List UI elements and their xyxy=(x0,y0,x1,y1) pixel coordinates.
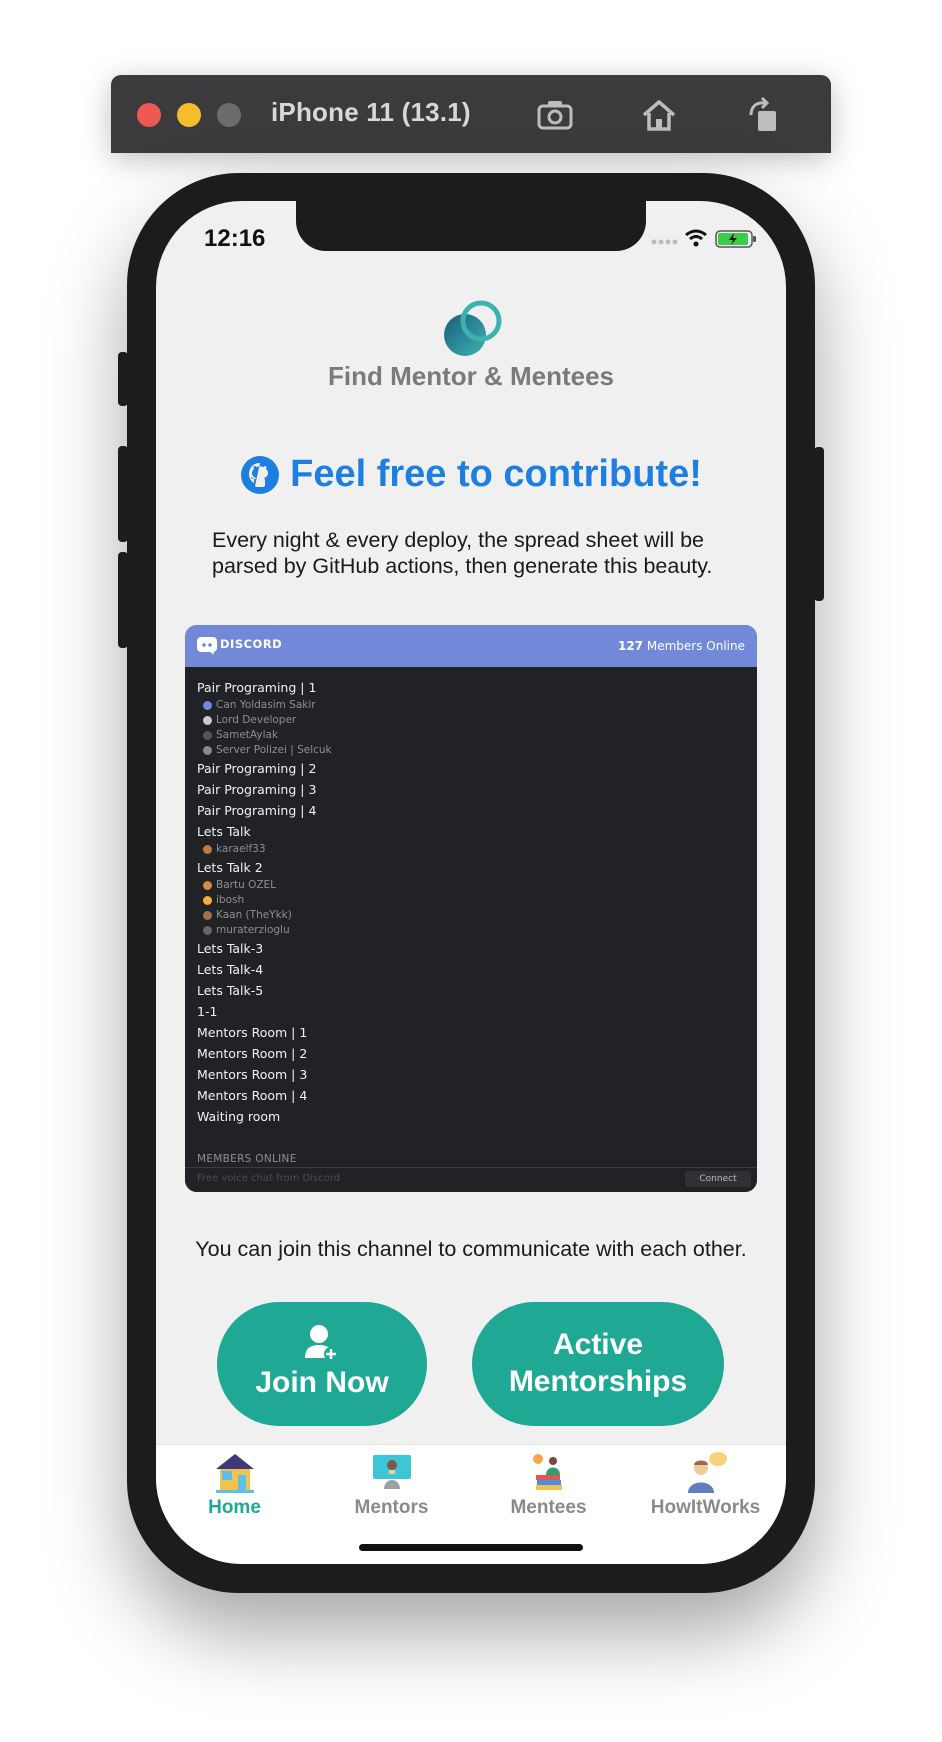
discord-channel[interactable]: 1-1 xyxy=(197,1001,745,1022)
discord-channel[interactable]: Lets Talk-3 xyxy=(197,938,745,959)
app-logo xyxy=(444,300,502,356)
discord-footer-text: Free voice chat from Discord xyxy=(197,1173,341,1184)
contribute-description: Every night & every deploy, the spread s… xyxy=(212,528,713,578)
discord-member-name: SametAylak xyxy=(216,729,279,741)
discord-member-name: Server Polizei | Selcuk xyxy=(216,744,332,756)
power-button xyxy=(814,447,824,601)
tab-mentees-label: Mentees xyxy=(510,1497,587,1518)
home-icon xyxy=(216,1454,254,1493)
member-avatar-icon xyxy=(203,926,212,935)
discord-member: Kaan (TheYkk) xyxy=(197,908,745,923)
how-it-works-icon xyxy=(688,1452,727,1493)
member-avatar-icon xyxy=(203,746,212,755)
add-user-icon xyxy=(305,1325,338,1361)
discord-footer: Free voice chat from Discord Connect xyxy=(185,1167,757,1192)
home-indicator xyxy=(359,1544,583,1551)
discord-member: Bartu OZEL xyxy=(197,878,745,893)
discord-member-name: Kaan (TheYkk) xyxy=(216,909,292,921)
tab-mentors-label: Mentors xyxy=(354,1497,429,1518)
discord-channel[interactable]: Lets Talk-5 xyxy=(197,980,745,1001)
tab-howitworks-label: HowItWorks xyxy=(650,1497,761,1518)
active-mentorships-label-line2: Mentorships xyxy=(508,1365,688,1398)
mentor-icon xyxy=(373,1455,411,1489)
mentee-icon xyxy=(533,1454,562,1490)
discord-member-name: karaelf33 xyxy=(216,843,266,855)
discord-member-name: muraterzioglu xyxy=(216,924,290,936)
contribute-title: Feel free to contribute! xyxy=(290,453,702,495)
discord-channel[interactable]: Pair Programing | 2 xyxy=(197,758,745,779)
discord-channel[interactable]: Pair Programing | 4 xyxy=(197,800,745,821)
volume-down-button xyxy=(118,552,128,648)
discord-channel[interactable]: Pair Programing | 1 xyxy=(197,677,745,698)
member-avatar-icon xyxy=(203,716,212,725)
status-time: 12:16 xyxy=(204,225,266,252)
discord-member: Can Yoldasim Sakir xyxy=(197,698,745,713)
close-window-button[interactable] xyxy=(137,103,161,127)
discord-connect-button[interactable]: Connect xyxy=(685,1171,751,1187)
discord-member-name: ibosh xyxy=(216,894,245,906)
discord-member: Lord Developer xyxy=(197,713,745,728)
zoom-window-button[interactable] xyxy=(217,103,241,127)
discord-members-online: 127 Members Online xyxy=(618,639,745,653)
tab-howitworks[interactable]: HowItWorks xyxy=(627,1445,784,1525)
discord-member: muraterzioglu xyxy=(197,923,745,938)
discord-channel[interactable]: Mentors Room | 1 xyxy=(197,1022,745,1043)
discord-channel[interactable]: Mentors Room | 4 xyxy=(197,1085,745,1106)
member-avatar-icon xyxy=(203,911,212,920)
discord-member: Server Polizei | Selcuk xyxy=(197,743,745,758)
discord-channel[interactable]: Lets Talk-4 xyxy=(197,959,745,980)
mute-switch xyxy=(118,352,128,406)
simulator-title-bar: iPhone 11 (13.1) xyxy=(111,75,831,153)
member-avatar-icon xyxy=(203,896,212,905)
simulator-title: iPhone 11 (13.1) xyxy=(271,97,471,127)
discord-channel[interactable]: Lets Talk 2 xyxy=(197,857,745,878)
member-avatar-icon xyxy=(203,701,212,710)
tab-mentors[interactable]: Mentors xyxy=(313,1445,470,1525)
discord-online-count: 127 xyxy=(617,639,644,653)
minimize-window-button[interactable] xyxy=(177,103,201,127)
tab-mentees[interactable]: Mentees xyxy=(470,1445,627,1525)
notch xyxy=(296,201,646,251)
active-mentorships-button[interactable]: Active Mentorships xyxy=(472,1302,724,1426)
discord-member-name: Can Yoldasim Sakir xyxy=(216,699,316,711)
app-name: Find Mentor & Mentees xyxy=(327,361,614,391)
discord-channel[interactable]: Waiting room xyxy=(197,1106,745,1127)
discord-channel[interactable]: Lets Talk xyxy=(197,821,745,842)
discord-channel-list: Pair Programing | 1 Can Yoldasim Sakir Lor… xyxy=(185,667,757,1127)
rotate-icon[interactable] xyxy=(743,95,783,135)
discord-online-label: Members Online xyxy=(646,639,745,653)
discord-member-name: Lord Developer xyxy=(216,714,297,726)
tab-home-label: Home xyxy=(208,1497,261,1518)
join-channel-text: You can join this channel to communicate… xyxy=(195,1237,747,1261)
phone-screen: 12:16 Find Mentor & Mentees Feel free to… xyxy=(156,201,786,1564)
member-avatar-icon xyxy=(203,845,212,854)
tab-home[interactable]: Home xyxy=(156,1445,313,1525)
discord-channel[interactable]: Mentors Room | 3 xyxy=(197,1064,745,1085)
github-icon xyxy=(241,455,280,494)
discord-logo-icon xyxy=(197,637,217,655)
discord-widget[interactable]: DISCORD 127 Members Online Pair Programi… xyxy=(185,625,757,1192)
screenshot-icon[interactable] xyxy=(535,95,575,135)
discord-channel[interactable]: Pair Programing | 3 xyxy=(197,779,745,800)
discord-member-name: Bartu OZEL xyxy=(216,879,277,891)
member-avatar-icon xyxy=(203,731,212,740)
discord-member: karaelf33 xyxy=(197,842,745,857)
join-now-button[interactable]: Join Now xyxy=(217,1302,427,1426)
discord-header: DISCORD 127 Members Online xyxy=(185,625,757,667)
discord-members-online-heading: MEMBERS ONLINE xyxy=(197,1153,297,1165)
member-avatar-icon xyxy=(203,881,212,890)
contribute-link[interactable]: Feel free to contribute! xyxy=(156,453,786,496)
status-icons xyxy=(651,229,756,248)
home-icon[interactable] xyxy=(639,95,679,135)
discord-brand: DISCORD xyxy=(220,637,283,651)
active-mentorships-label-line1: Active xyxy=(552,1328,644,1361)
volume-up-button xyxy=(118,446,128,542)
discord-member: ibosh xyxy=(197,893,745,908)
discord-channel[interactable]: Mentors Room | 2 xyxy=(197,1043,745,1064)
discord-member: SametAylak xyxy=(197,728,745,743)
join-now-label: Join Now xyxy=(255,1366,389,1399)
